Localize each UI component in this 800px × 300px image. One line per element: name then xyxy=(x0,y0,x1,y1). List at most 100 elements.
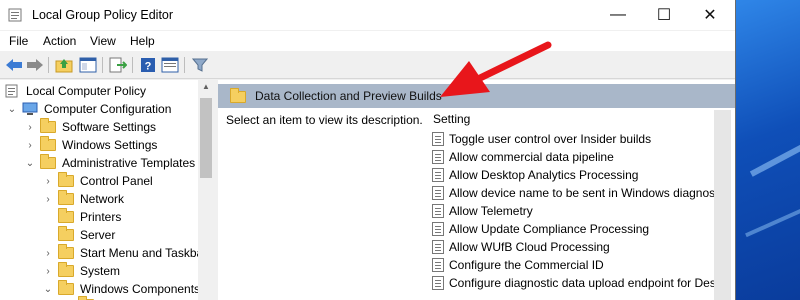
details-pane: Data Collection and Preview Builds Selec… xyxy=(218,80,735,300)
description-text: Select an item to view its description. xyxy=(226,113,423,127)
setting-row[interactable]: Configure diagnostic data upload endpoin… xyxy=(432,274,722,292)
tree-item-label: Computer Configuration xyxy=(44,102,172,116)
tree-item-server[interactable]: Server xyxy=(42,226,115,244)
tree-scrollbar[interactable]: ▲ xyxy=(198,80,214,300)
menu-action[interactable]: Action xyxy=(43,34,76,48)
setting-row[interactable]: Allow Update Compliance Processing xyxy=(432,220,649,238)
policy-setting-icon xyxy=(432,276,444,290)
policy-setting-icon xyxy=(432,258,444,272)
setting-row[interactable]: Toggle user control over Insider builds xyxy=(432,130,651,148)
tree-item-printers[interactable]: Printers xyxy=(42,208,121,226)
maximize-button[interactable]: ☐ xyxy=(641,0,687,30)
tree-scrollbar-thumb[interactable] xyxy=(200,98,212,178)
properties-icon[interactable] xyxy=(160,55,180,75)
tree-item-label: Administrative Templates xyxy=(62,156,196,170)
tree-item-label: Network xyxy=(80,192,125,206)
tree-item-label: Local Computer Policy xyxy=(26,84,147,98)
tree-item-label: Windows Settings xyxy=(62,138,158,152)
folder-icon xyxy=(40,118,56,133)
menu-bar: File Action View Help xyxy=(0,31,735,51)
policy-setting-icon xyxy=(432,168,444,182)
tree-item-windows-settings[interactable]: › Windows Settings xyxy=(24,136,157,154)
setting-label: Allow Desktop Analytics Processing xyxy=(449,168,639,182)
setting-label: Allow Telemetry xyxy=(449,204,533,218)
menu-view[interactable]: View xyxy=(90,34,116,48)
minimize-button[interactable]: — xyxy=(595,0,641,30)
setting-row[interactable]: Allow WUfB Cloud Processing xyxy=(432,238,610,256)
policy-setting-icon xyxy=(432,222,444,236)
chevron-right-icon[interactable]: › xyxy=(42,266,54,277)
tree-item-label: Start Menu and Taskba xyxy=(80,246,204,260)
scroll-up-arrow-icon[interactable]: ▲ xyxy=(198,82,214,91)
setting-label: Allow commercial data pipeline xyxy=(449,150,614,164)
chevron-right-icon[interactable]: › xyxy=(42,176,54,187)
folder-icon xyxy=(58,244,74,259)
folder-icon xyxy=(58,208,74,223)
folder-icon xyxy=(40,136,56,151)
tree-item-administrative-templates[interactable]: ⌄ Administrative Templates xyxy=(24,154,195,172)
policy-document-icon xyxy=(5,84,18,98)
folder-icon xyxy=(58,226,74,241)
setting-label: Configure diagnostic data upload endpoin… xyxy=(449,276,722,290)
policy-setting-icon xyxy=(432,150,444,164)
tree-item-windows-components[interactable]: ⌄ Windows Components xyxy=(42,280,200,298)
setting-row[interactable]: Configure the Commercial ID xyxy=(432,256,604,274)
policy-setting-icon xyxy=(432,132,444,146)
policy-setting-icon xyxy=(432,240,444,254)
toolbar: ? xyxy=(0,51,735,79)
policy-editor-app-icon xyxy=(8,8,22,22)
folder-icon xyxy=(58,190,74,205)
filter-icon[interactable] xyxy=(190,55,210,75)
details-scrollbar[interactable] xyxy=(714,110,731,300)
tree-item-partial xyxy=(78,296,94,300)
chevron-right-icon[interactable]: › xyxy=(42,194,54,205)
tree-item-start-menu-and-taskbar[interactable]: › Start Menu and Taskba xyxy=(42,244,203,262)
tree-item-label: Server xyxy=(80,228,116,242)
setting-row[interactable]: Allow commercial data pipeline xyxy=(432,148,614,166)
folder-icon xyxy=(230,88,246,103)
tree-item-label: Control Panel xyxy=(80,174,153,188)
title-bar: Local Group Policy Editor — ☐ ✕ xyxy=(0,0,735,30)
setting-row[interactable]: Allow Telemetry xyxy=(432,202,533,220)
policy-setting-icon xyxy=(432,186,444,200)
close-button[interactable]: ✕ xyxy=(687,0,733,30)
chevron-down-icon[interactable]: ⌄ xyxy=(24,158,36,169)
setting-row[interactable]: Allow device name to be sent in Windows … xyxy=(432,184,727,202)
forward-arrow-icon[interactable] xyxy=(25,55,45,75)
tree-item-control-panel[interactable]: › Control Panel xyxy=(42,172,153,190)
chevron-right-icon[interactable]: › xyxy=(42,248,54,259)
folder-icon xyxy=(40,154,56,169)
chevron-down-icon[interactable]: ⌄ xyxy=(6,104,18,115)
up-folder-icon[interactable] xyxy=(54,55,74,75)
tree-item-software-settings[interactable]: › Software Settings xyxy=(24,118,156,136)
setting-row[interactable]: Allow Desktop Analytics Processing xyxy=(432,166,638,184)
setting-label: Allow WUfB Cloud Processing xyxy=(449,240,610,254)
tree-item-system[interactable]: › System xyxy=(42,262,120,280)
gpedit-window: Local Group Policy Editor — ☐ ✕ File Act… xyxy=(0,0,736,300)
menu-help[interactable]: Help xyxy=(130,34,155,48)
setting-label: Toggle user control over Insider builds xyxy=(449,132,652,146)
tree-item-network[interactable]: › Network xyxy=(42,190,124,208)
chevron-right-icon[interactable]: › xyxy=(24,122,36,133)
policy-setting-icon xyxy=(432,204,444,218)
folder-icon xyxy=(58,280,74,295)
window-title: Local Group Policy Editor xyxy=(32,8,174,22)
setting-label: Allow device name to be sent in Windows … xyxy=(449,186,728,200)
chevron-right-icon[interactable]: › xyxy=(24,140,36,151)
help-icon[interactable]: ? xyxy=(138,55,158,75)
show-hide-tree-icon[interactable] xyxy=(78,55,98,75)
folder-icon xyxy=(58,262,74,277)
tree-item-label: Software Settings xyxy=(62,120,157,134)
setting-label: Allow Update Compliance Processing xyxy=(449,222,650,236)
menu-file[interactable]: File xyxy=(9,34,28,48)
setting-label: Configure the Commercial ID xyxy=(449,258,604,272)
chevron-down-icon[interactable]: ⌄ xyxy=(42,284,54,295)
tree-item-computer-configuration[interactable]: ⌄ Computer Configuration xyxy=(6,100,172,118)
setting-column-header[interactable]: Setting xyxy=(433,112,470,126)
export-list-icon[interactable] xyxy=(108,55,128,75)
details-header-title: Data Collection and Preview Builds xyxy=(255,89,442,103)
tree-item-local-computer-policy[interactable]: Local Computer Policy xyxy=(4,82,146,100)
tree-item-label: Windows Components xyxy=(80,282,201,296)
back-arrow-icon[interactable] xyxy=(4,55,24,75)
navigation-tree: Local Computer Policy ⌄ Computer Configu… xyxy=(0,80,214,300)
